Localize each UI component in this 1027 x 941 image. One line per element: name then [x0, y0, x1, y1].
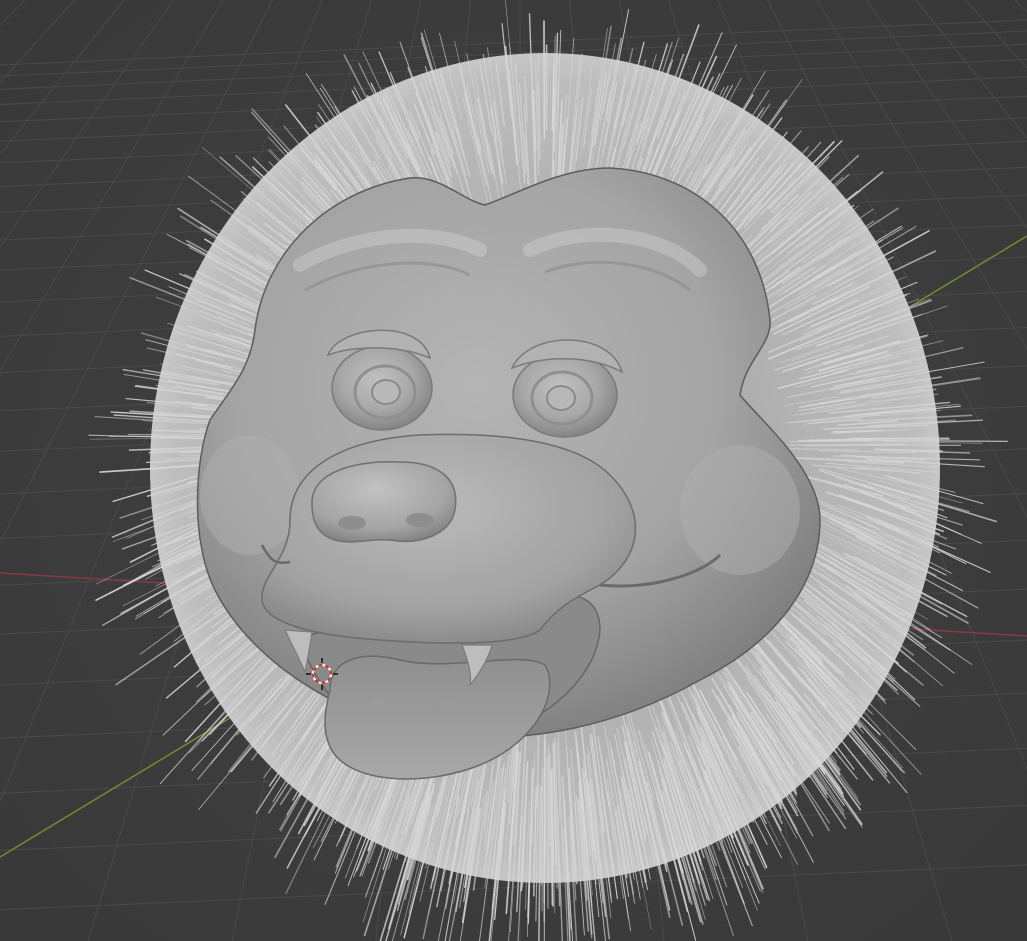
hair-strand [881, 440, 1008, 442]
left-nostril [338, 516, 366, 530]
viewport-canvas[interactable] [0, 0, 1027, 941]
viewport-3d[interactable] [0, 0, 1027, 941]
tongue-bump-right [437, 700, 457, 714]
left-cheek [200, 435, 300, 555]
right-cheek [680, 445, 800, 575]
tongue-bump-left [368, 698, 388, 712]
left-eye[interactable] [326, 329, 433, 431]
nose[interactable] [311, 461, 457, 543]
right-nostril [406, 513, 434, 527]
